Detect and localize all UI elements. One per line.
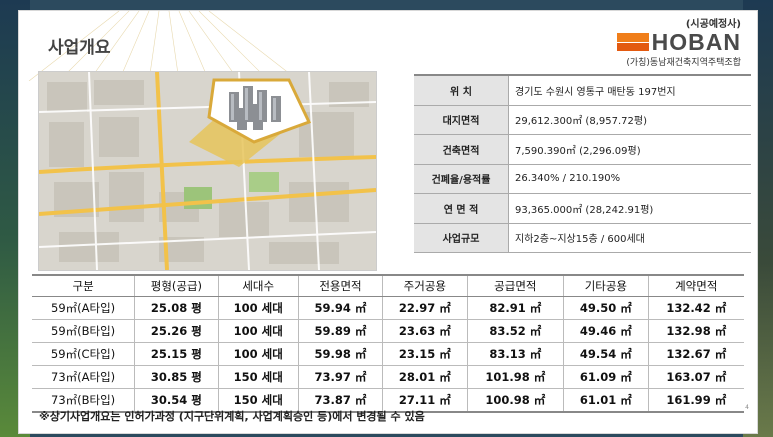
spec-header: 평형(공급) [134, 274, 219, 297]
hoban-logo: (시공예정사) HOBAN (가칭)동남재건축지역주택조합 [611, 15, 741, 68]
page-mark: 4 [745, 404, 749, 411]
spec-cell: 100.98 ㎡ [466, 388, 564, 413]
spec-cell: 25.15 평 [134, 342, 219, 366]
spec-cell: 61.09 ㎡ [563, 365, 649, 389]
logo-mark-icon [616, 33, 649, 51]
spec-cell: 30.85 평 [134, 365, 219, 389]
spec-header: 구분 [32, 274, 135, 297]
info-row: 대지면적 29,612.300㎡ (8,957.72평) [414, 105, 751, 135]
spec-cell: 49.54 ㎡ [563, 342, 649, 366]
map-graphic [39, 72, 376, 270]
spec-cell: 23.15 ㎡ [382, 342, 468, 366]
spec-cell: 83.52 ㎡ [466, 319, 564, 343]
union-name: (가칭)동남재건축지역주택조합 [626, 58, 741, 68]
spec-cell: 100 세대 [217, 342, 299, 366]
spec-row: 59㎡(B타입) 25.26 평 100 세대 59.89 ㎡ 23.63 ㎡ 83.52… [32, 319, 744, 343]
spec-cell: 100 세대 [217, 319, 299, 343]
spec-header: 전용면적 [297, 274, 383, 297]
spec-cell: 82.91 ㎡ [466, 296, 564, 320]
spec-cell: 132.67 ㎡ [647, 342, 744, 366]
spec-header: 세대수 [217, 274, 299, 297]
info-row: 건축면적 7,590.390㎡ (2,296.09평) [414, 134, 751, 165]
info-value: 26.340% / 210.190% [508, 164, 751, 194]
location-map [38, 71, 377, 271]
info-row: 사업규모 지하2층~지상15층 / 600세대 [414, 223, 751, 253]
spec-cell: 73㎡(A타입) [32, 365, 135, 389]
info-value: 93,365.000㎡ (28,242.91평) [508, 193, 751, 224]
info-value: 7,590.390㎡ (2,296.09평) [508, 134, 751, 165]
info-label: 연 면 적 [414, 193, 509, 224]
spec-row: 59㎡(C타입) 25.15 평 100 세대 59.98 ㎡ 23.15 ㎡ 83.13… [32, 342, 744, 366]
spec-cell: 59.94 ㎡ [297, 296, 383, 320]
info-value: 경기도 수원시 영통구 매탄동 197번지 [508, 74, 751, 106]
spec-cell: 49.46 ㎡ [563, 319, 649, 343]
spec-cell: 100 세대 [217, 296, 299, 320]
spec-row: 59㎡(A타입) 25.08 평 100 세대 59.94 ㎡ 22.97 ㎡ 82.91… [32, 296, 744, 320]
info-label: 사업규모 [414, 223, 509, 253]
spec-cell: 59.89 ㎡ [297, 319, 383, 343]
info-label: 건폐율/용적률 [414, 164, 509, 194]
spec-cell: 59.98 ㎡ [297, 342, 383, 366]
spec-cell: 25.08 평 [134, 296, 219, 320]
info-value: 29,612.300㎡ (8,957.72평) [508, 105, 751, 135]
spec-cell: 59㎡(A타입) [32, 296, 135, 320]
spec-header: 주거공용 [382, 274, 468, 297]
project-info-table: 위 치 경기도 수원시 영통구 매탄동 197번지 대지면적 29,612.300㎡ … [414, 74, 751, 253]
spec-header: 기타공용 [563, 274, 649, 297]
unit-spec-table: 구분 평형(공급) 세대수 전용면적 주거공용 공급면적 기타공용 계약면적 59㎡(A타입)… [32, 274, 744, 413]
spec-cell: 49.50 ㎡ [563, 296, 649, 320]
spec-cell: 23.63 ㎡ [382, 319, 468, 343]
page-title: 사업개요 [48, 38, 111, 58]
spec-cell: 132.42 ㎡ [647, 296, 744, 320]
spec-cell: 161.99 ㎡ [647, 388, 744, 413]
spec-header: 계약면적 [647, 274, 744, 297]
info-label: 대지면적 [414, 105, 509, 135]
spec-cell: 132.98 ㎡ [647, 319, 744, 343]
spec-cell: 25.26 평 [134, 319, 219, 343]
info-label: 건축면적 [414, 134, 509, 165]
spec-cell: 83.13 ㎡ [466, 342, 564, 366]
spec-cell: 73.97 ㎡ [297, 365, 383, 389]
spec-cell: 150 세대 [217, 365, 299, 389]
spec-cell: 28.01 ㎡ [382, 365, 468, 389]
info-value: 지하2층~지상15층 / 600세대 [508, 223, 751, 253]
spec-cell: 101.98 ㎡ [466, 365, 564, 389]
disclaimer-note: ※상기사업개요는 인허가과정 (지구단위계획, 사업계획승인 등)에서 변경될 … [39, 410, 425, 423]
logo-top-label: (시공예정사) [685, 19, 741, 30]
info-row: 연 면 적 93,365.000㎡ (28,242.91평) [414, 193, 751, 224]
spec-header: 공급면적 [466, 274, 564, 297]
info-row: 건폐율/용적률 26.340% / 210.190% [414, 164, 751, 194]
spec-row: 73㎡(A타입) 30.85 평 150 세대 73.97 ㎡ 28.01 ㎡ 101.9… [32, 365, 744, 389]
spec-cell: 59㎡(C타입) [32, 342, 135, 366]
slide: 사업개요 (시공예정사) HOBAN (가칭)동남재건축지역주택조합 위 치 경… [18, 10, 758, 434]
info-label: 위 치 [414, 74, 509, 106]
spec-cell: 163.07 ㎡ [647, 365, 744, 389]
logo-wordmark: HOBAN [651, 29, 741, 55]
spec-cell: 59㎡(B타입) [32, 319, 135, 343]
spec-cell: 61.01 ㎡ [563, 388, 649, 413]
info-row: 위 치 경기도 수원시 영통구 매탄동 197번지 [414, 74, 751, 106]
spec-cell: 22.97 ㎡ [382, 296, 468, 320]
